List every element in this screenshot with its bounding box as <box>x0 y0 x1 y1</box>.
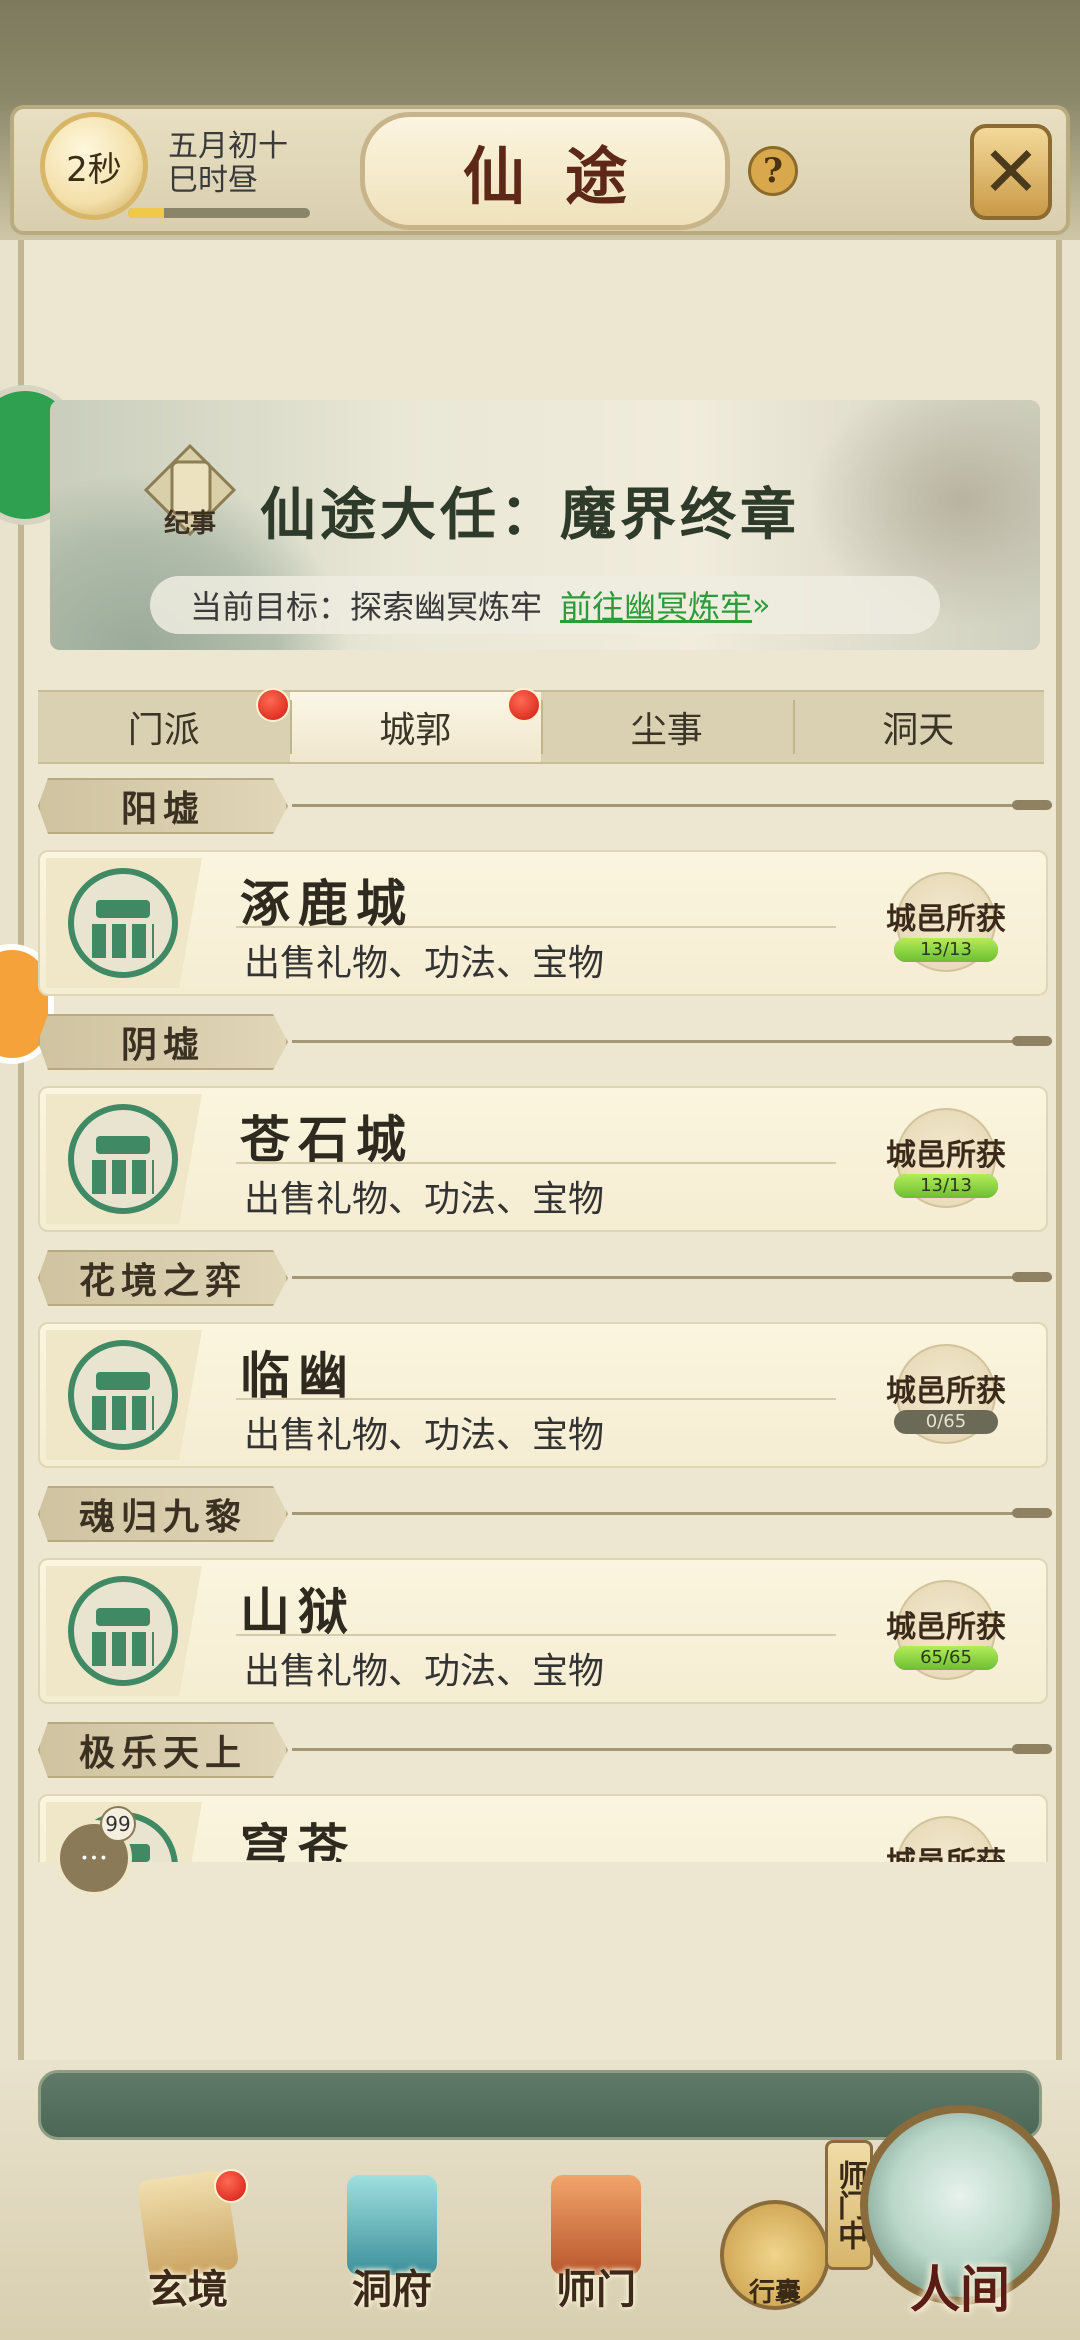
harvest-progress: 65/65 <box>894 1646 998 1670</box>
section-header: 极乐天上 <box>38 1722 288 1778</box>
tab-bar: 门派 城郭 尘事 洞天 <box>38 688 1045 764</box>
city-card[interactable]: 苍石城 出售礼物、功法、宝物 城邑所获 13/13 <box>38 1086 1048 1232</box>
question-icon[interactable]: ? <box>748 146 798 196</box>
section-divider <box>292 800 1052 810</box>
tab-chenshi[interactable]: 尘事 <box>541 692 793 762</box>
city-gate-icon <box>68 868 178 978</box>
section-header: 阳墟 <box>38 778 288 834</box>
time-progress-bar <box>128 208 310 218</box>
date-line-2: 巳时昼 <box>168 163 258 198</box>
city-icon-frame <box>46 1566 246 1696</box>
section-header: 阴墟 <box>38 1014 288 1070</box>
notification-dot <box>214 2169 248 2203</box>
tab-menpai[interactable]: 门派 <box>38 688 290 762</box>
harvest-badge[interactable]: 城邑所获 65/65 <box>876 1580 1016 1688</box>
section-divider <box>292 1272 1052 1282</box>
chevron-right-icon: » <box>752 587 771 623</box>
nav-dongfu[interactable]: 洞府 <box>322 2175 462 2315</box>
divider <box>236 926 836 928</box>
divider <box>236 1398 836 1400</box>
notification-dot <box>255 688 290 722</box>
date-line-1: 五月初十 <box>168 129 288 164</box>
section-header: 花境之弈 <box>38 1250 288 1306</box>
current-goal: 当前目标：探索幽冥炼牢 前往幽冥炼牢 » <box>150 576 940 634</box>
game-date: 五月初十 巳时昼 <box>168 130 288 198</box>
harvest-badge[interactable]: 城邑所获 13/13 <box>876 1108 1016 1216</box>
divider <box>236 1162 836 1164</box>
harvest-label: 城邑所获 <box>886 902 1006 937</box>
page-title: 仙途 <box>360 112 730 230</box>
harvest-label: 城邑所获 <box>886 1138 1006 1173</box>
section-divider <box>292 1744 1052 1754</box>
tab-dongtian[interactable]: 洞天 <box>792 692 1045 762</box>
city-description: 出售礼物、功法、宝物 <box>244 1179 605 1220</box>
section-divider <box>292 1508 1052 1518</box>
city-gate-icon <box>68 1104 178 1214</box>
city-icon-frame <box>46 1330 246 1460</box>
goal-label: 当前目标：探索幽冥炼牢 <box>190 588 543 626</box>
divider <box>236 1634 836 1636</box>
city-gate-icon <box>68 1576 178 1686</box>
harvest-progress: 13/13 <box>894 938 998 962</box>
section-header: 魂归九黎 <box>38 1486 288 1542</box>
nav-xuanjing[interactable]: 玄境 <box>118 2169 258 2315</box>
scroll-icon: 纪事 <box>143 443 237 539</box>
notification-dot <box>507 688 541 722</box>
goto-goal-link[interactable]: 前往幽冥炼牢 <box>560 582 752 628</box>
close-icon[interactable]: ✕ <box>970 124 1052 220</box>
list-clip <box>38 1862 1048 2062</box>
nav-shimen[interactable]: 师门 <box>526 2175 666 2315</box>
harvest-label: 城邑所获 <box>886 1374 1006 1409</box>
city-card[interactable]: 临幽 出售礼物、功法、宝物 城邑所获 0/65 <box>38 1322 1048 1468</box>
harvest-badge[interactable]: 城邑所获 13/13 <box>876 872 1016 980</box>
section-divider <box>292 1036 1052 1046</box>
city-card[interactable]: 涿鹿城 出售礼物、功法、宝物 城邑所获 13/13 <box>38 850 1048 996</box>
city-icon-frame <box>46 1094 246 1224</box>
city-card[interactable]: 山狱 出售礼物、功法、宝物 城邑所获 65/65 <box>38 1558 1048 1704</box>
city-description: 出售礼物、功法、宝物 <box>244 943 605 984</box>
timer-badge: 2秒 <box>40 112 148 220</box>
city-description: 出售礼物、功法、宝物 <box>244 1415 605 1456</box>
city-icon-frame <box>46 858 246 988</box>
nav-plate <box>38 2070 1042 2140</box>
harvest-progress: 13/13 <box>894 1174 998 1198</box>
banner-badge-text: 纪事 <box>164 508 216 539</box>
chat-count-badge: 99 <box>100 1806 136 1842</box>
city-description: 出售礼物、功法、宝物 <box>244 1651 605 1692</box>
bag-label: 行囊 <box>748 2278 801 2308</box>
city-gate-icon <box>68 1340 178 1450</box>
harvest-label: 城邑所获 <box>886 1610 1006 1645</box>
harvest-badge[interactable]: 城邑所获 0/65 <box>876 1344 1016 1452</box>
quest-title: 仙途大任：魔界终章 <box>260 482 800 548</box>
time-progress-fill <box>128 208 165 218</box>
tab-chengguo[interactable]: 城郭 <box>289 688 541 762</box>
nav-renjian-label: 人间 <box>910 2260 1010 2319</box>
harvest-progress: 0/65 <box>894 1410 998 1434</box>
